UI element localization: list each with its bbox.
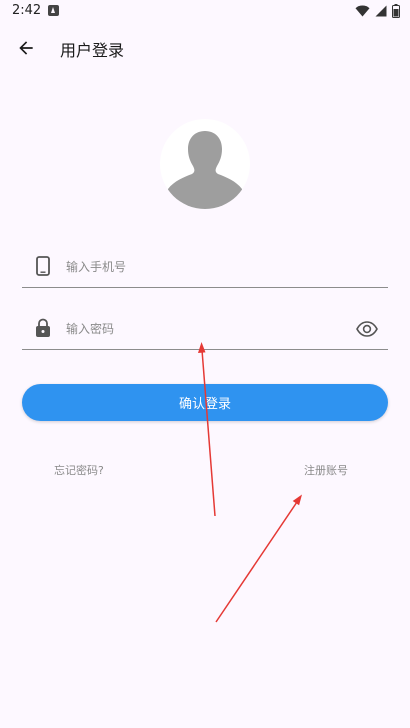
status-bar: 2:42	[0, 0, 410, 24]
annotation-arrows	[198, 342, 302, 623]
app-bar: 用户登录	[0, 24, 410, 72]
annotation-arrow-1	[198, 342, 216, 517]
phone-icon	[32, 255, 54, 277]
page-title: 用户登录	[60, 41, 125, 60]
signal-icon	[375, 5, 387, 17]
arrow-back-icon	[19, 41, 33, 55]
back-button[interactable]	[10, 32, 42, 64]
phone-input[interactable]	[66, 253, 346, 281]
status-time: 2:42	[12, 3, 42, 18]
annotation-arrow-2	[215, 494, 302, 623]
forgot-password-link[interactable]: 忘记密码?	[54, 462, 104, 478]
avatar	[160, 119, 250, 209]
battery-icon	[392, 4, 400, 18]
wifi-icon	[355, 5, 370, 17]
status-icons	[355, 3, 400, 19]
lock-icon	[32, 317, 54, 339]
password-field	[22, 309, 388, 350]
password-input[interactable]	[66, 315, 346, 343]
phone-field	[22, 247, 388, 288]
register-link[interactable]: 注册账号	[304, 462, 348, 478]
toggle-password-visibility-button[interactable]	[354, 316, 380, 342]
eye-icon	[356, 321, 378, 337]
login-button[interactable]: 确认登录	[22, 384, 388, 421]
notification-icon	[48, 5, 59, 16]
default-avatar-icon	[168, 131, 242, 209]
